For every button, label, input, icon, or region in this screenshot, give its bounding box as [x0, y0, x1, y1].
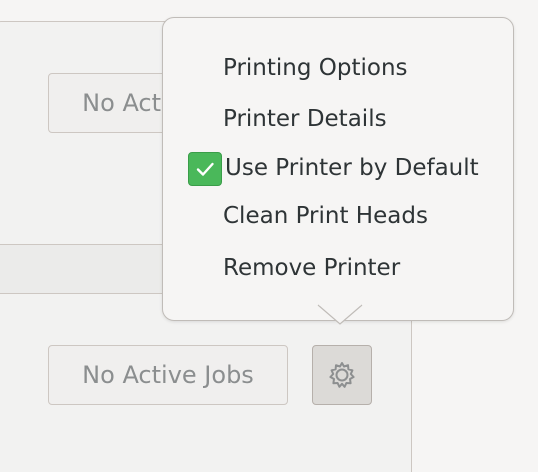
- checkmark-icon: [196, 162, 214, 176]
- menu-item-use-printer-by-default[interactable]: Use Printer by Default: [225, 148, 479, 188]
- printers-view: No Active Jobs No Active Jobs Printing O…: [0, 0, 538, 472]
- popover-pointer: [317, 303, 363, 325]
- menu-item-remove-printer[interactable]: Remove Printer: [223, 248, 400, 288]
- no-active-jobs-button[interactable]: No Active Jobs: [48, 345, 288, 405]
- menu-item-printer-details[interactable]: Printer Details: [223, 99, 387, 139]
- default-printer-checkbox[interactable]: [188, 152, 222, 186]
- gear-icon: [329, 362, 355, 388]
- printer-options-popover: Printing Options Printer Details Use Pri…: [162, 17, 514, 321]
- menu-item-clean-print-heads[interactable]: Clean Print Heads: [223, 196, 428, 236]
- menu-item-printing-options[interactable]: Printing Options: [223, 48, 408, 88]
- printer-settings-button[interactable]: [312, 345, 372, 405]
